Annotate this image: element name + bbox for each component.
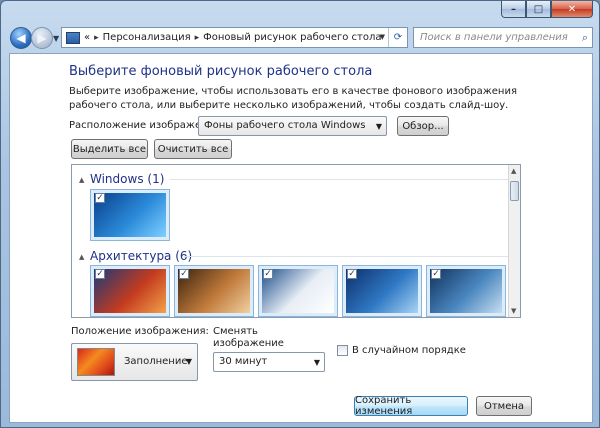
- position-preview-image: [77, 348, 115, 376]
- address-overflow[interactable]: «: [84, 32, 90, 43]
- checkbox[interactable]: ✓: [95, 193, 105, 203]
- save-changes-button[interactable]: Сохранить изменения: [354, 395, 468, 417]
- scroll-down-icon[interactable]: ▼: [511, 307, 516, 315]
- collapse-group-icon[interactable]: ▲: [79, 253, 84, 261]
- group-title-architecture: Архитектура (6): [90, 249, 193, 263]
- chevron-down-icon: ▼: [375, 122, 382, 131]
- wallpaper-thumbnail[interactable]: ✓: [342, 265, 422, 317]
- address-dropdown-icon[interactable]: ▼: [380, 33, 385, 41]
- close-button[interactable]: ✕: [551, 1, 593, 18]
- location-value: Фоны рабочего стола Windows: [204, 120, 366, 131]
- interval-value: 30 минут: [219, 356, 268, 367]
- checkbox[interactable]: ✓: [347, 269, 357, 279]
- control-panel-icon: [66, 31, 80, 44]
- breadcrumb-desktop-background[interactable]: Фоновый рисунок рабочего стола: [203, 32, 381, 43]
- checkbox[interactable]: ✓: [431, 269, 441, 279]
- page-title: Выберите фоновый рисунок рабочего стола: [69, 64, 373, 79]
- shuffle-label[interactable]: В случайном порядке: [352, 345, 466, 356]
- clear-all-button[interactable]: Очистить все: [154, 139, 232, 159]
- forward-arrow-icon: ▶: [37, 31, 47, 45]
- group-divider: [184, 256, 508, 257]
- position-label: Положение изображения:: [71, 326, 209, 337]
- chevron-right-icon[interactable]: ▸: [94, 33, 99, 43]
- group-divider: [170, 179, 508, 180]
- control-panel-window: – □ ✕ ◀ ▶ ▼ « ▸ Персонализация ▸ Фоновый…: [0, 0, 600, 428]
- chevron-down-icon: ▼: [313, 358, 320, 367]
- checkbox[interactable]: ✓: [263, 269, 273, 279]
- gallery-scrollbar[interactable]: ▲ ▼: [508, 165, 520, 317]
- checkbox[interactable]: ✓: [95, 269, 105, 279]
- chevron-right-icon[interactable]: ▸: [195, 33, 200, 43]
- scroll-up-icon[interactable]: ▲: [511, 167, 516, 175]
- address-bar[interactable]: « ▸ Персонализация ▸ Фоновый рисунок раб…: [61, 27, 408, 48]
- shuffle-checkbox[interactable]: [337, 345, 348, 356]
- minimize-button[interactable]: –: [501, 1, 526, 18]
- chevron-down-icon: ▼: [185, 357, 192, 366]
- main-content: Выберите фоновый рисунок рабочего стола …: [9, 53, 593, 423]
- page-description: Выберите изображение, чтобы использовать…: [69, 86, 517, 111]
- cancel-button[interactable]: Отмена: [476, 396, 532, 416]
- checkbox[interactable]: ✓: [179, 269, 189, 279]
- wallpaper-thumbnail[interactable]: ✓: [90, 189, 170, 241]
- wallpaper-thumbnail[interactable]: ✓: [174, 265, 254, 317]
- shuffle-option[interactable]: В случайном порядке: [337, 345, 466, 356]
- location-select[interactable]: Фоны рабочего стола Windows ▼: [198, 116, 387, 136]
- caption-buttons: – □ ✕: [501, 1, 593, 18]
- browse-button[interactable]: Обзор...: [397, 116, 449, 136]
- collapse-group-icon[interactable]: ▲: [79, 176, 84, 184]
- search-icon[interactable]: ⌕: [582, 31, 588, 45]
- scroll-thumb[interactable]: [510, 181, 519, 201]
- search-input[interactable]: Поиск в панели управления ⌕: [413, 27, 593, 48]
- forward-button[interactable]: ▶: [31, 27, 53, 49]
- breadcrumb-personalization[interactable]: Персонализация: [103, 32, 191, 43]
- wallpaper-gallery[interactable]: ▲ Windows (1) ✓ ▲ Архитектура (6) ✓ ✓ ✓: [71, 164, 521, 318]
- back-button[interactable]: ◀: [10, 27, 32, 49]
- position-select[interactable]: Заполнение ▼: [71, 343, 198, 381]
- wallpaper-thumbnail[interactable]: ✓: [258, 265, 338, 317]
- wallpaper-thumbnail[interactable]: ✓: [90, 265, 170, 317]
- group-title-windows: Windows (1): [90, 172, 165, 186]
- recent-pages-dropdown[interactable]: ▼: [53, 34, 59, 43]
- back-arrow-icon: ◀: [16, 31, 26, 45]
- maximize-button[interactable]: □: [526, 1, 551, 18]
- select-all-button[interactable]: Выделить все: [71, 139, 148, 159]
- position-value: Заполнение: [124, 356, 188, 367]
- wallpaper-thumbnail[interactable]: ✓: [426, 265, 506, 317]
- search-placeholder: Поиск в панели управления: [420, 32, 568, 43]
- interval-select[interactable]: 30 минут ▼: [213, 352, 325, 372]
- refresh-icon[interactable]: ⟳: [388, 28, 407, 47]
